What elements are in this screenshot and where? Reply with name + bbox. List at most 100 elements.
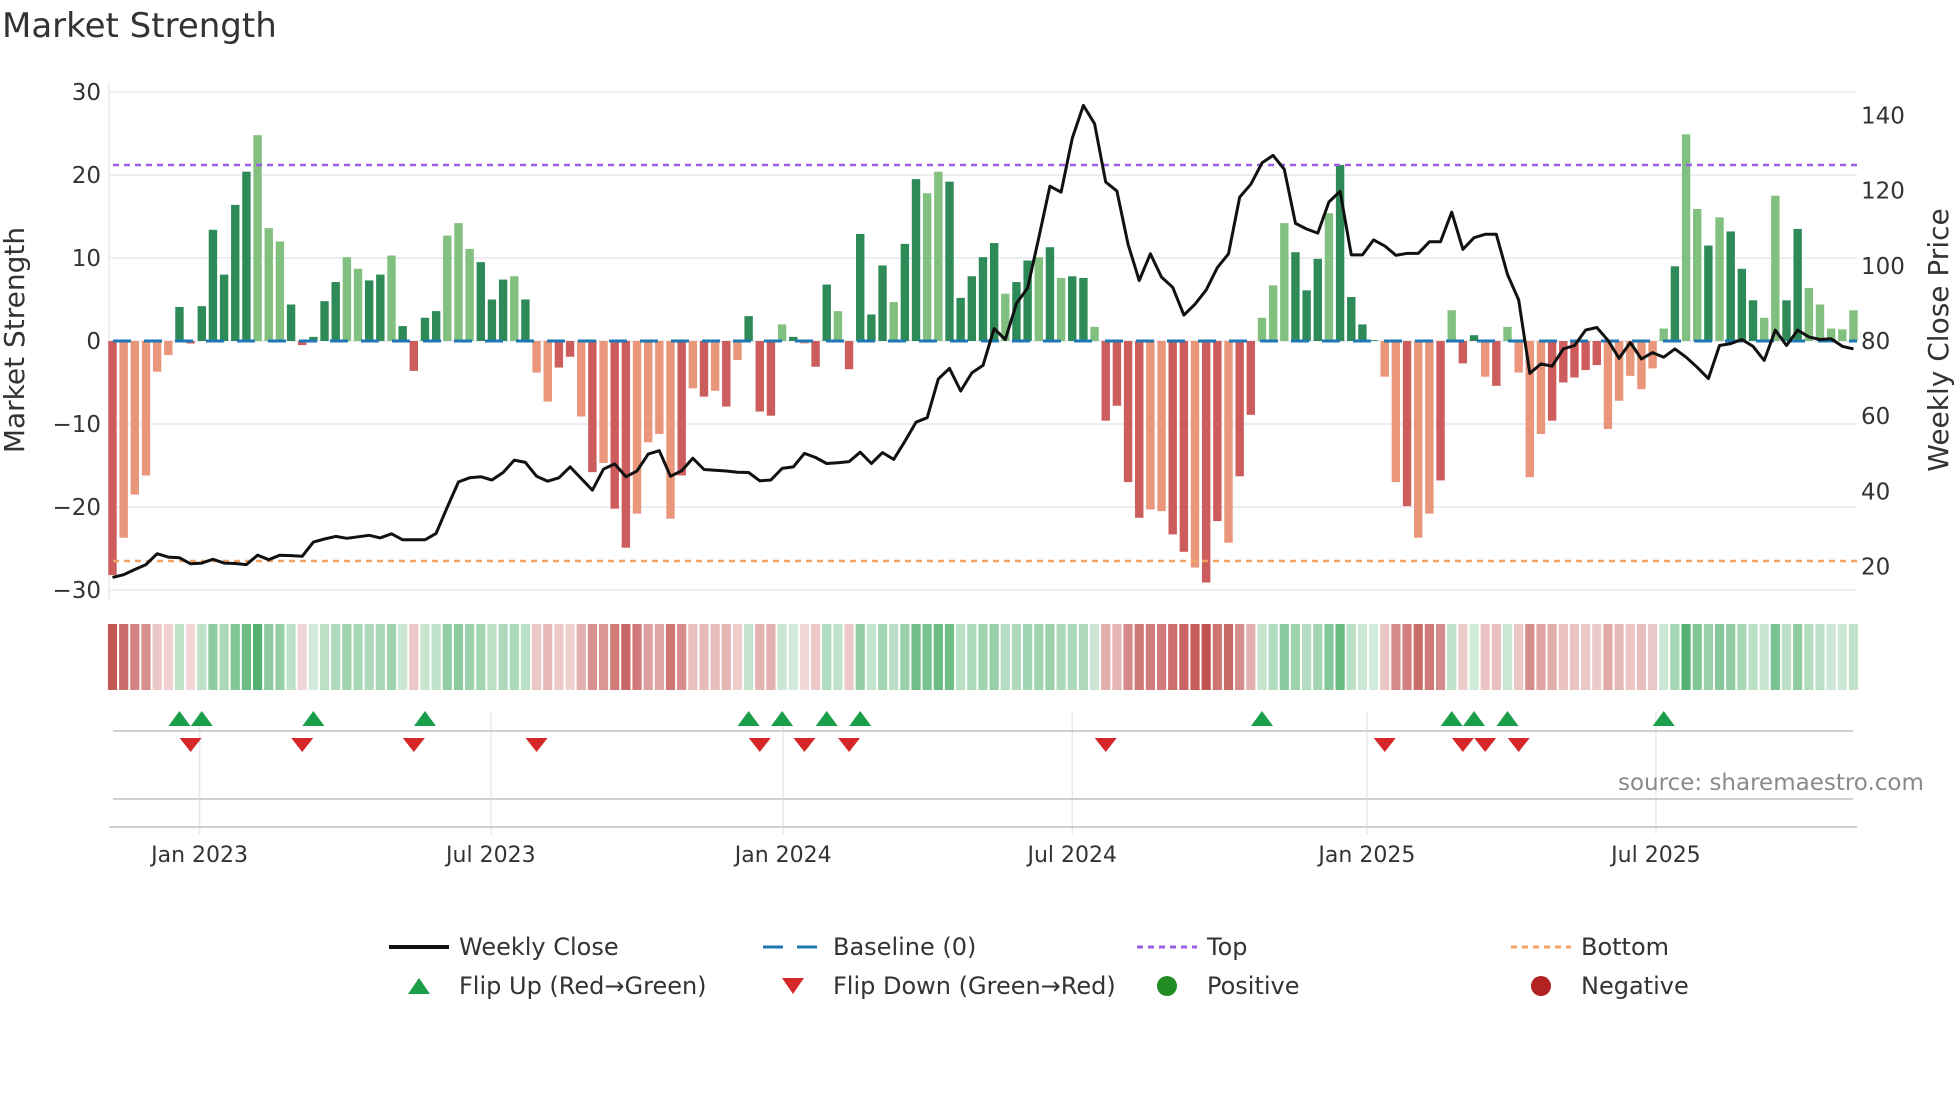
strip-cell	[1514, 624, 1524, 690]
strip-cell	[1067, 624, 1077, 690]
strip-cell	[1525, 624, 1535, 690]
x-tick-label: Jul 2024	[1025, 843, 1117, 868]
y2-tick-label: 40	[1861, 479, 1890, 505]
strip-cell	[1804, 624, 1814, 690]
strength-bar	[1603, 341, 1613, 429]
strip-cell	[1268, 624, 1278, 690]
strip-cell	[186, 624, 196, 690]
x-tick-label: Jan 2025	[1316, 843, 1415, 868]
strength-bar	[1614, 341, 1624, 401]
strength-bar	[599, 341, 608, 464]
strip-cell	[1134, 624, 1144, 690]
dotted-line-icon	[1137, 937, 1197, 957]
strip-cell	[1212, 624, 1222, 690]
strength-bar	[119, 341, 128, 538]
strength-bar	[1480, 341, 1490, 377]
strength-bar	[922, 193, 932, 341]
strength-bar	[476, 262, 485, 341]
strength-bar	[431, 311, 441, 341]
strip-cell	[1781, 624, 1792, 690]
legend-label: Positive	[1207, 972, 1300, 1000]
strength-bar	[554, 341, 564, 368]
strength-bar	[621, 341, 631, 548]
strength-bar	[844, 341, 854, 370]
strength-bar	[1079, 277, 1088, 341]
y2-tick-label: 20	[1861, 554, 1890, 580]
strength-bar	[1793, 228, 1802, 341]
strip-cell	[1112, 624, 1122, 690]
strip-cell	[1692, 624, 1702, 690]
strip-cell	[1179, 624, 1189, 690]
strength-bar	[454, 223, 463, 341]
strip-cell	[1101, 624, 1111, 690]
legend-label: Flip Up (Red→Green)	[459, 972, 707, 1000]
strength-bar	[364, 280, 374, 341]
strength-bar	[1815, 304, 1825, 341]
strip-cell	[1558, 624, 1568, 690]
strength-bar	[1034, 257, 1043, 341]
strip-cell	[632, 624, 642, 690]
strength-bar	[1458, 341, 1468, 364]
strength-bar	[1146, 341, 1155, 510]
strength-bar	[1726, 231, 1735, 341]
strength-bar	[1157, 341, 1166, 512]
strip-cell	[1625, 624, 1635, 690]
strength-bar	[878, 265, 887, 341]
y-tick-label: −30	[52, 578, 101, 604]
strength-bar	[1581, 341, 1590, 371]
strip-cell	[1703, 624, 1713, 690]
strip-cell	[1714, 624, 1725, 690]
strip-cell	[699, 624, 709, 690]
strip-cell	[677, 624, 687, 690]
strip-cell	[643, 624, 653, 690]
strength-bar	[1190, 341, 1200, 568]
strength-bar	[286, 304, 296, 341]
strip-cell	[900, 624, 910, 690]
strength-bar	[1224, 341, 1233, 543]
strip-cell	[1279, 624, 1289, 690]
strength-bar	[1168, 341, 1177, 535]
strip-cell	[297, 624, 307, 690]
strip-cell	[442, 624, 452, 690]
strip-cell	[554, 624, 564, 690]
strength-bar	[710, 341, 720, 391]
strength-bar	[755, 341, 764, 412]
strip-cell	[1424, 624, 1434, 690]
strength-bar	[1402, 341, 1412, 507]
y-tick-label: 20	[72, 163, 101, 189]
legend-label: Weekly Close	[459, 933, 619, 961]
strength-bar	[867, 314, 876, 341]
strength-bar	[1179, 341, 1189, 552]
strip-cell	[1201, 624, 1211, 690]
strip-cell	[1235, 624, 1245, 690]
strip-cell	[933, 624, 943, 690]
strip-cell	[431, 624, 441, 690]
strip-cell	[531, 624, 542, 690]
flip-marker-panel	[109, 711, 1857, 834]
strip-cell	[1726, 624, 1736, 690]
flip-down-marker	[1474, 738, 1497, 752]
strip-cell	[364, 624, 374, 690]
strength-bar	[1748, 300, 1758, 341]
strength-bar	[242, 171, 251, 341]
strip-cell	[688, 624, 698, 690]
strip-cell	[1368, 624, 1379, 690]
strip-cell	[152, 624, 162, 690]
strip-cell	[944, 624, 955, 690]
strip-cell	[1290, 624, 1301, 690]
strip-cell	[1592, 624, 1602, 690]
strip-cell	[1659, 624, 1669, 690]
strip-cell	[1837, 624, 1847, 690]
strength-bar	[934, 171, 943, 341]
strength-bar	[666, 341, 675, 519]
strip-cell	[1447, 624, 1457, 690]
strength-bar	[565, 341, 575, 357]
strength-bar	[811, 341, 820, 367]
strength-bar	[1302, 290, 1311, 341]
strip-cell	[1402, 624, 1412, 690]
strength-bar	[1213, 341, 1222, 522]
strength-bar	[688, 341, 698, 389]
strength-bar	[1391, 341, 1401, 483]
strip-cell	[543, 624, 553, 690]
strength-bar	[1414, 341, 1423, 538]
